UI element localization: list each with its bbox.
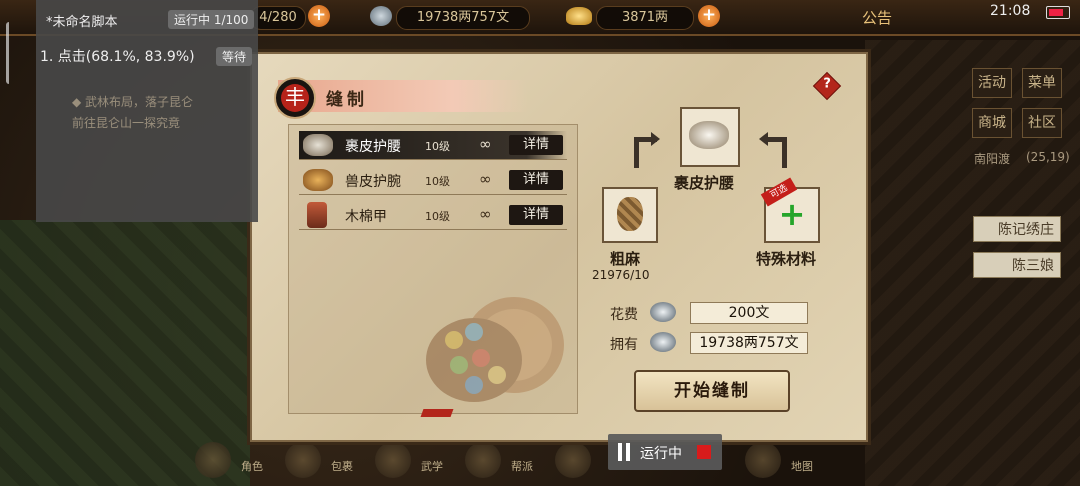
menu-button[interactable]: 菜单: [1022, 68, 1062, 98]
bottom-label-bag: 包裹: [331, 460, 353, 473]
shop-button[interactable]: 商城: [972, 108, 1012, 138]
waist-guard-icon: [303, 134, 333, 156]
script-title: *未命名脚本: [46, 15, 118, 30]
recipe-level: 10级: [425, 140, 450, 153]
recipe-name: 兽皮护腕: [345, 174, 401, 190]
bottom-label-martial: 武学: [421, 460, 443, 473]
script-step: 1. 点击(68.1%, 83.9%): [40, 49, 195, 65]
detail-button[interactable]: 详情: [513, 205, 559, 225]
arrow-right-icon: [759, 132, 787, 168]
bottom-label-character: 角色: [241, 460, 263, 473]
script-wait-badge: 等待: [216, 47, 253, 66]
activity-button[interactable]: 活动: [972, 68, 1012, 98]
dialog-title: 缝制: [326, 90, 368, 110]
recipe-list: 裹皮护腰 10级 ∞ 详情 兽皮护腕 10级 ∞ 详情 木棉甲 10级 ∞ 详情: [288, 124, 578, 414]
hemp-icon: [617, 197, 643, 231]
npc-button-shop[interactable]: 陈记绣庄: [973, 216, 1061, 242]
bottom-bar: 角色 包裹 武学 帮派 地图: [185, 436, 835, 486]
recipe-name: 木棉甲: [345, 209, 387, 225]
coins-value: 19738两757文: [396, 6, 530, 30]
product-slot[interactable]: [680, 107, 740, 167]
material-slot[interactable]: [602, 187, 658, 243]
recipe-row-waist[interactable]: 裹皮护腰 10级 ∞ 详情: [299, 131, 567, 160]
own-value: 19738两757文: [690, 332, 808, 354]
quest-desc: 前往昆仑山一探究竟: [72, 116, 181, 130]
arrow-left-icon: [634, 132, 660, 168]
tailoring-dialog: 丰 缝制 ? 裹皮护腰 10级 ∞ 详情 兽皮护腕 10级 ∞ 详情 木棉甲 1…: [250, 52, 868, 442]
script-status: 运行中 1/100: [168, 10, 255, 29]
side-handle[interactable]: [6, 22, 15, 84]
running-label: 运行中: [640, 446, 682, 462]
list-ornament: [420, 409, 454, 417]
material-name: 粗麻: [610, 250, 641, 268]
pause-icon[interactable]: [618, 443, 630, 461]
running-indicator: 运行中: [608, 434, 722, 470]
silver-coin-icon: [370, 6, 392, 26]
gold-ingot-icon: [566, 7, 592, 25]
material-count: 21976/10: [592, 268, 650, 282]
product-name: 裹皮护腰: [674, 174, 735, 192]
plus-icon: +: [778, 195, 806, 233]
detail-button[interactable]: 详情: [513, 135, 559, 155]
community-button[interactable]: 社区: [1022, 108, 1062, 138]
cotton-armor-icon: [307, 202, 327, 228]
help-icon[interactable]: ?: [812, 71, 842, 101]
own-label: 拥有: [610, 337, 638, 353]
recipe-quantity: ∞: [479, 135, 492, 153]
add-gold-button[interactable]: +: [698, 5, 720, 27]
teapot-icon[interactable]: [555, 442, 591, 478]
gold-value: 3871两: [596, 6, 694, 30]
recipe-quantity: ∞: [479, 205, 492, 223]
recipe-quantity: ∞: [479, 170, 492, 188]
detail-button[interactable]: 详情: [513, 170, 559, 190]
bottom-label-map: 地图: [791, 460, 813, 473]
special-material-label: 特殊材料: [756, 250, 817, 268]
battery-icon: [1046, 6, 1070, 19]
silver-ingot-icon: [650, 332, 676, 352]
recipe-level: 10级: [425, 210, 450, 223]
wrist-guard-icon: [303, 169, 333, 191]
special-material-slot[interactable]: 可选 +: [760, 177, 820, 243]
map-icon[interactable]: [745, 442, 781, 478]
stop-icon[interactable]: [697, 445, 711, 459]
bottom-label-guild: 帮派: [511, 460, 533, 473]
silver-ingot-icon: [650, 302, 676, 322]
cost-label: 花费: [610, 307, 638, 323]
waist-guard-icon: [689, 121, 729, 149]
character-icon[interactable]: [195, 442, 231, 478]
martial-arts-icon[interactable]: [375, 442, 411, 478]
stamina-value: 4/280: [250, 6, 306, 30]
npc-button-person[interactable]: 陈三娘: [973, 252, 1061, 278]
quest-tracker[interactable]: ◆ 武林布局，落子昆仑 前往昆仑山一探究竟: [72, 92, 272, 134]
location-name: 南阳渡: [974, 152, 1011, 166]
recipe-row-wrist[interactable]: 兽皮护腕 10级 ∞ 详情: [299, 166, 567, 195]
notice-button[interactable]: 公告: [862, 7, 892, 28]
start-sewing-button[interactable]: 开始缝制: [634, 370, 790, 412]
status-clock: 21:08: [990, 3, 1031, 19]
location-coords: (25,19): [1026, 150, 1070, 164]
recipe-level: 10级: [425, 175, 450, 188]
tailoring-emblem-icon: 丰: [274, 77, 316, 119]
guild-icon[interactable]: [465, 442, 501, 478]
recipe-name: 裹皮护腰: [345, 139, 401, 155]
bag-icon[interactable]: [285, 442, 321, 478]
sewing-basket-illustration: [426, 297, 564, 402]
quest-title: ◆ 武林布局，落子昆仑: [72, 95, 194, 109]
recipe-row-armor[interactable]: 木棉甲 10级 ∞ 详情: [299, 201, 567, 230]
add-stamina-button[interactable]: +: [308, 5, 330, 27]
script-panel: *未命名脚本 运行中 1/100 1. 点击(68.1%, 83.9%) 等待 …: [36, 0, 258, 222]
cost-value: 200文: [690, 302, 808, 324]
